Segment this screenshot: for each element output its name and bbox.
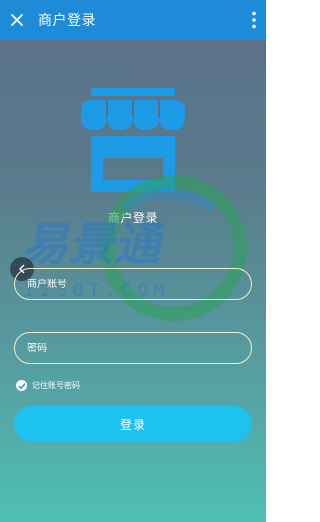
login-screen: 商户登录 商户登录 易景通 1230T.COM 商户账号 记住账号密码 登录	[0, 0, 266, 522]
remember-label: 记住账号密码	[32, 381, 80, 390]
more-vert-icon	[252, 11, 256, 29]
password-field[interactable]	[14, 332, 252, 364]
password-input[interactable]	[27, 342, 227, 354]
storefront-icon	[81, 88, 185, 192]
more-options-button[interactable]	[248, 8, 260, 32]
login-button[interactable]: 登录	[14, 406, 252, 442]
remember-credentials[interactable]: 记住账号密码	[16, 380, 80, 391]
close-icon	[11, 14, 23, 26]
check-icon	[18, 382, 26, 389]
account-field[interactable]	[14, 268, 252, 300]
account-input[interactable]	[27, 278, 227, 290]
app-bar: 商户登录	[0, 0, 266, 40]
close-button[interactable]	[2, 0, 32, 40]
remember-checkbox[interactable]	[16, 380, 27, 391]
logo-label: 商户登录	[107, 211, 158, 225]
page-title: 商户登录	[38, 13, 96, 29]
